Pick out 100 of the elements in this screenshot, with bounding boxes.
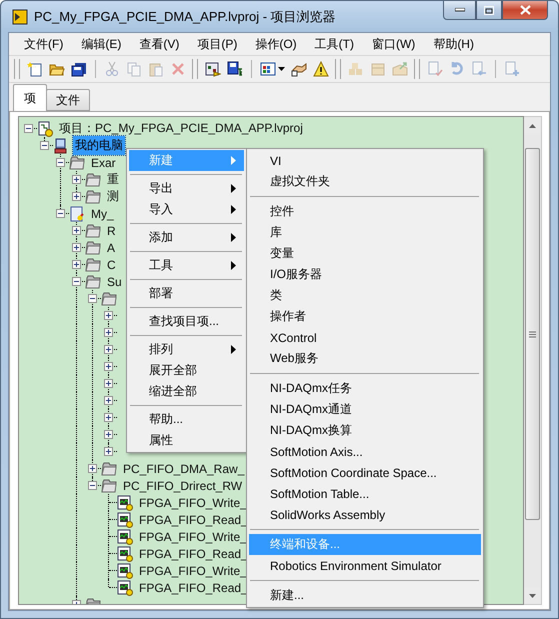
menu-item[interactable]: 缩进全部 <box>129 381 244 402</box>
expand-toggle[interactable] <box>104 328 113 337</box>
tree-item[interactable]: PC_FIFO_DMA_Raw_ <box>121 460 246 476</box>
menu-item[interactable]: 添加 <box>129 227 244 248</box>
tree-item[interactable]: FPGA_FIFO_Write_ <box>137 494 249 510</box>
menu-item[interactable]: 工具 <box>129 255 244 276</box>
tree-item[interactable]: A <box>105 240 118 256</box>
menu-item[interactable]: SoftMotion Coordinate Space... <box>249 462 481 483</box>
menu-title[interactable]: 工具(T) <box>306 36 363 52</box>
menu-title[interactable]: 帮助(H) <box>424 36 483 52</box>
expand-toggle[interactable] <box>24 124 33 133</box>
plus-icon <box>73 244 80 251</box>
expand-toggle[interactable] <box>72 243 81 252</box>
menu-item[interactable]: XControl <box>249 327 481 348</box>
expand-toggle[interactable] <box>104 345 113 354</box>
menu-title[interactable]: 文件(F) <box>15 36 72 52</box>
expand-toggle[interactable] <box>56 209 65 218</box>
menu-item[interactable]: 帮助... <box>129 409 244 430</box>
minimize-button[interactable] <box>443 1 476 20</box>
menu-item[interactable]: 属性 <box>129 430 244 451</box>
menu-item[interactable]: 虚拟文件夹 <box>249 171 481 192</box>
plus-icon <box>73 227 80 234</box>
expand-toggle[interactable] <box>104 362 113 371</box>
expand-toggle[interactable] <box>72 192 81 201</box>
submenu-arrow-icon <box>231 205 236 214</box>
tree-item[interactable]: FPGA_FIFO_Write_ <box>137 528 249 544</box>
close-button[interactable] <box>502 1 548 20</box>
menu-item[interactable]: 部署 <box>129 283 244 304</box>
tree-item[interactable]: FPGA_FIFO_Read_ <box>137 580 250 596</box>
menu-item[interactable]: SoftMotion Axis... <box>249 441 481 462</box>
menu-item[interactable]: Robotics Environment Simulator <box>249 555 481 576</box>
menu-title[interactable]: 项目(P) <box>188 36 246 52</box>
menu-item[interactable]: 查找项目项... <box>129 311 244 332</box>
app-icon <box>12 8 28 24</box>
tree-item[interactable]: FPGA_FIFO_Read_ <box>137 546 250 562</box>
folder-icon <box>101 478 117 494</box>
scrollbar-thumb[interactable] <box>525 148 540 520</box>
expand-toggle[interactable] <box>72 277 81 286</box>
menu-item[interactable]: 新建... <box>249 585 481 606</box>
expand-toggle[interactable] <box>88 481 97 490</box>
tree-item[interactable]: Su <box>105 274 124 290</box>
minimize-icon <box>454 8 464 12</box>
box-icon <box>370 61 386 77</box>
menu-item[interactable]: 导出 <box>129 178 244 199</box>
plus-icon <box>73 261 80 268</box>
menu-title[interactable]: 编辑(E) <box>72 36 130 52</box>
expand-toggle[interactable] <box>104 447 113 456</box>
tab[interactable]: 项 <box>13 84 47 111</box>
expand-toggle[interactable] <box>88 294 97 303</box>
maximize-button[interactable] <box>476 1 502 20</box>
tab[interactable]: 文件 <box>46 89 90 111</box>
menu-title[interactable]: 查看(V) <box>130 36 188 52</box>
vi-icon <box>117 580 133 596</box>
menu-item[interactable]: 类 <box>249 285 481 306</box>
menu-item[interactable]: NI-DAQmx任务 <box>249 378 481 399</box>
tree-item[interactable]: 测 <box>105 187 121 206</box>
tree-item[interactable]: Exar <box>89 154 118 170</box>
menu-item[interactable]: 库 <box>249 222 481 243</box>
plus-icon <box>105 414 112 421</box>
plus-icon <box>73 193 80 200</box>
menu-item[interactable]: 展开全部 <box>129 360 244 381</box>
tree-item[interactable]: FPGA_FIFO_Read_ <box>137 512 250 528</box>
expand-toggle[interactable] <box>56 158 65 167</box>
expand-toggle[interactable] <box>72 175 81 184</box>
expand-toggle[interactable] <box>72 226 81 235</box>
tree-item[interactable]: My_ <box>89 206 116 222</box>
boxes-icon <box>348 61 364 77</box>
tree-item[interactable]: 项目：PC_My_FPGA_PCIE_DMA_APP.lvproj <box>57 119 305 138</box>
expand-toggle[interactable] <box>40 141 49 150</box>
menu-title[interactable]: 操作(O) <box>246 36 306 52</box>
expand-toggle[interactable] <box>104 379 113 388</box>
tree-item[interactable]: 我的电脑 <box>73 136 125 155</box>
expand-toggle[interactable] <box>72 260 81 269</box>
menu-item[interactable]: NI-DAQmx换算 <box>249 420 481 441</box>
vi-icon <box>117 512 133 528</box>
menu-item[interactable]: 控件 <box>249 201 481 222</box>
tree-item[interactable]: R <box>105 222 118 238</box>
hand-icon <box>291 61 307 77</box>
plus-icon <box>105 312 112 319</box>
expand-toggle[interactable] <box>104 430 113 439</box>
menu-item[interactable]: 变量 <box>249 243 481 264</box>
window-title: PC_My_FPGA_PCIE_DMA_APP.lvproj - 项目浏览器 <box>34 8 336 26</box>
tree-item[interactable]: C <box>105 256 118 272</box>
menu-title[interactable]: 窗口(W) <box>362 36 424 52</box>
tree-item[interactable]: FPGA_FIFO_Write_ <box>137 562 249 578</box>
menu-item[interactable]: VI <box>249 150 481 171</box>
expand-toggle[interactable] <box>104 311 113 320</box>
tree-item[interactable]: 重 <box>105 170 121 189</box>
menu-item[interactable]: 导入 <box>129 199 244 220</box>
menu-item[interactable]: Web服务 <box>249 348 481 369</box>
menu-item[interactable]: 操作者 <box>249 306 481 327</box>
menu-item[interactable]: NI-DAQmx通道 <box>249 399 481 420</box>
menu-item[interactable]: SoftMotion Table... <box>249 483 481 504</box>
tree-item[interactable]: PC_FIFO_Drirect_RW <box>121 478 244 494</box>
menu-item[interactable]: I/O服务器 <box>249 264 481 285</box>
menu-item[interactable]: 排列 <box>129 339 244 360</box>
expand-toggle[interactable] <box>104 413 113 422</box>
expand-toggle[interactable] <box>88 464 97 473</box>
expand-toggle[interactable] <box>104 396 113 405</box>
menu-item[interactable]: SolidWorks Assembly <box>249 504 481 525</box>
